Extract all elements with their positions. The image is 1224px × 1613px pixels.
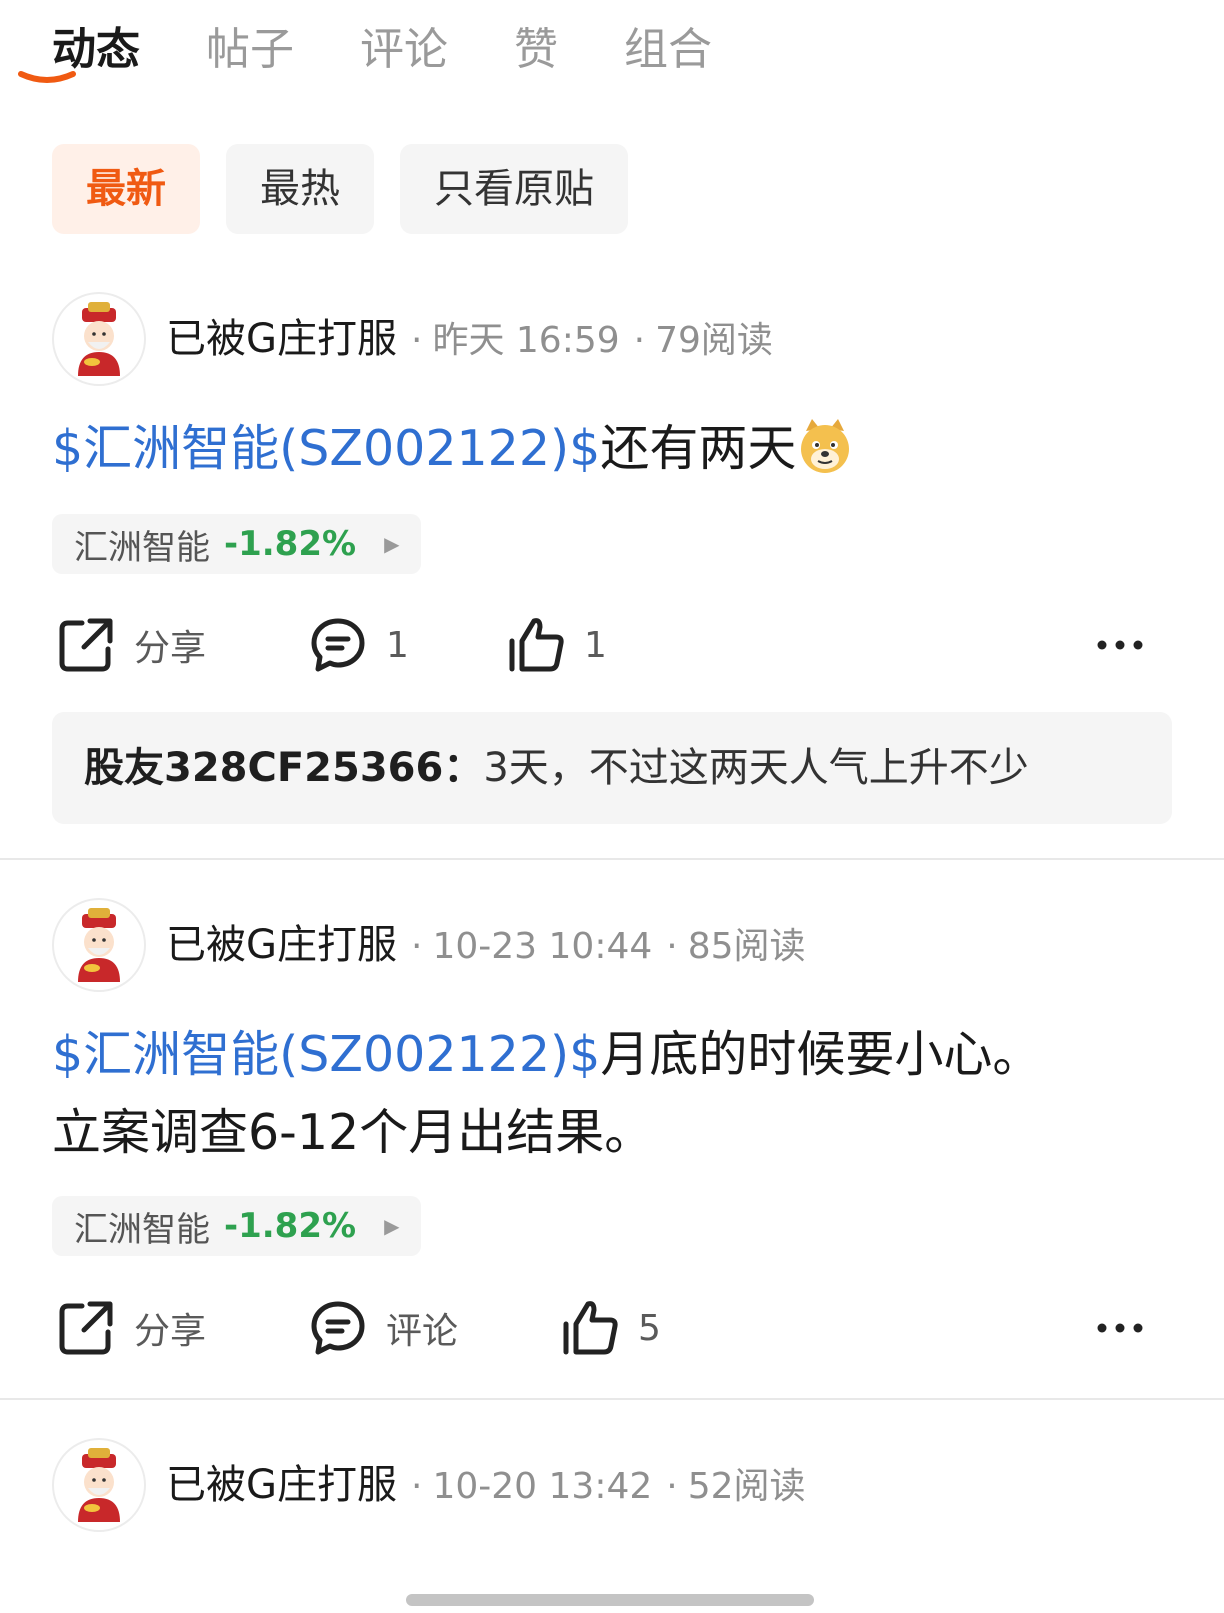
like-button[interactable]: 5 bbox=[560, 1288, 661, 1368]
comment-text: 3天，不过这两天人气上升不少 bbox=[483, 745, 1029, 791]
comment-count: 1 bbox=[386, 624, 409, 666]
doge-emoji-icon bbox=[796, 417, 854, 498]
post-time: 昨天 16:59 bbox=[432, 320, 620, 361]
more-dots-icon bbox=[1097, 640, 1143, 650]
username[interactable]: 已被G庄打服 bbox=[166, 1462, 397, 1508]
share-icon bbox=[59, 1301, 113, 1355]
post-meta: 已被G庄打服 · 昨天 16:59 · 79阅读 bbox=[166, 292, 773, 386]
post-text-line-2: 立案调查6-12个月出结果。 bbox=[52, 1104, 654, 1161]
separator-dot: · bbox=[411, 320, 423, 361]
tab-portfolio[interactable]: 组合 bbox=[624, 18, 712, 82]
active-tab-indicator bbox=[18, 71, 76, 83]
separator-dot: · bbox=[666, 1466, 678, 1507]
comment-label: 评论 bbox=[386, 1311, 459, 1352]
profile-tabs: 动态 帖子 评论 赞 组合 bbox=[52, 18, 778, 82]
comment-username[interactable]: 股友328CF25366： bbox=[84, 745, 483, 791]
stock-name: 汇洲智能 bbox=[74, 1209, 210, 1250]
post-time: 10-20 13:42 bbox=[432, 1466, 653, 1507]
separator-dot: · bbox=[633, 320, 646, 361]
stock-quote-chip[interactable]: 汇洲智能 -1.82% ▶ bbox=[52, 1196, 422, 1256]
share-label: 分享 bbox=[134, 628, 207, 669]
play-arrow-icon: ▶ bbox=[384, 1214, 400, 1238]
separator-dot: · bbox=[411, 1466, 423, 1507]
post-time: 10-23 10:44 bbox=[432, 926, 653, 967]
share-button[interactable]: 分享 bbox=[56, 605, 206, 685]
stock-change: -1.82% bbox=[224, 1206, 357, 1246]
tab-posts[interactable]: 帖子 bbox=[206, 18, 294, 82]
like-button[interactable]: 1 bbox=[506, 605, 607, 685]
share-button[interactable]: 分享 bbox=[56, 1288, 206, 1368]
like-count: 5 bbox=[638, 1307, 661, 1349]
post-content[interactable]: $汇洲智能(SZ002122)$还有两天 bbox=[52, 410, 1172, 498]
stock-quote-chip[interactable]: 汇洲智能 -1.82% ▶ bbox=[52, 514, 422, 574]
more-options-button[interactable] bbox=[1096, 605, 1144, 685]
post-content[interactable]: $汇洲智能(SZ002122)$月底的时候要小心。 立案调查6-12个月出结果。 bbox=[52, 1016, 1172, 1172]
post-divider bbox=[0, 1398, 1224, 1400]
post-actions: 分享 评论 5 bbox=[0, 1288, 1224, 1368]
filter-hottest[interactable]: 最热 bbox=[226, 144, 374, 234]
more-options-button[interactable] bbox=[1096, 1288, 1144, 1368]
caishen-avatar-icon bbox=[78, 1448, 120, 1522]
tab-comments[interactable]: 评论 bbox=[360, 18, 448, 82]
share-label: 分享 bbox=[134, 1311, 207, 1352]
tab-likes[interactable]: 赞 bbox=[514, 18, 558, 82]
home-indicator[interactable] bbox=[406, 1594, 814, 1606]
post-divider bbox=[0, 858, 1224, 860]
comment-icon bbox=[311, 1301, 365, 1355]
thumbs-up-icon bbox=[509, 618, 564, 672]
post-meta: 已被G庄打服 · 10-20 13:42 · 52阅读 bbox=[166, 1438, 806, 1532]
avatar[interactable] bbox=[52, 292, 146, 386]
comment-button[interactable]: 1 bbox=[308, 605, 409, 685]
play-arrow-icon: ▶ bbox=[384, 532, 400, 556]
stock-link[interactable]: $汇洲智能(SZ002122)$ bbox=[52, 420, 600, 477]
caishen-avatar-icon bbox=[78, 908, 120, 982]
avatar[interactable] bbox=[52, 1438, 146, 1532]
comment-button[interactable]: 评论 bbox=[308, 1288, 458, 1368]
more-dots-icon bbox=[1097, 1323, 1143, 1333]
avatar[interactable] bbox=[52, 898, 146, 992]
filter-latest[interactable]: 最新 bbox=[52, 144, 200, 234]
filter-chips: 最新 最热 只看原贴 bbox=[52, 144, 654, 234]
separator-dot: · bbox=[666, 926, 678, 967]
read-count: 79阅读 bbox=[655, 320, 773, 361]
like-count: 1 bbox=[584, 624, 607, 666]
read-count: 85阅读 bbox=[687, 926, 806, 967]
separator-dot: · bbox=[411, 926, 423, 967]
thumbs-up-icon bbox=[563, 1301, 618, 1355]
comment-icon bbox=[311, 618, 365, 672]
stock-change: -1.82% bbox=[224, 524, 357, 564]
post-actions: 分享 1 1 bbox=[0, 605, 1224, 685]
username[interactable]: 已被G庄打服 bbox=[166, 922, 397, 968]
post-text: 月底的时候要小心。 bbox=[600, 1026, 1042, 1083]
username[interactable]: 已被G庄打服 bbox=[166, 316, 397, 362]
post-text: 还有两天 bbox=[600, 420, 797, 477]
filter-original-only[interactable]: 只看原贴 bbox=[400, 144, 628, 234]
read-count: 52阅读 bbox=[687, 1466, 806, 1507]
post-meta: 已被G庄打服 · 10-23 10:44 · 85阅读 bbox=[166, 898, 806, 992]
stock-link[interactable]: $汇洲智能(SZ002122)$ bbox=[52, 1026, 600, 1083]
caishen-avatar-icon bbox=[78, 302, 120, 376]
share-icon bbox=[59, 618, 113, 672]
comment-preview[interactable]: 股友328CF25366：3天，不过这两天人气上升不少 bbox=[52, 712, 1172, 824]
stock-name: 汇洲智能 bbox=[74, 527, 210, 568]
